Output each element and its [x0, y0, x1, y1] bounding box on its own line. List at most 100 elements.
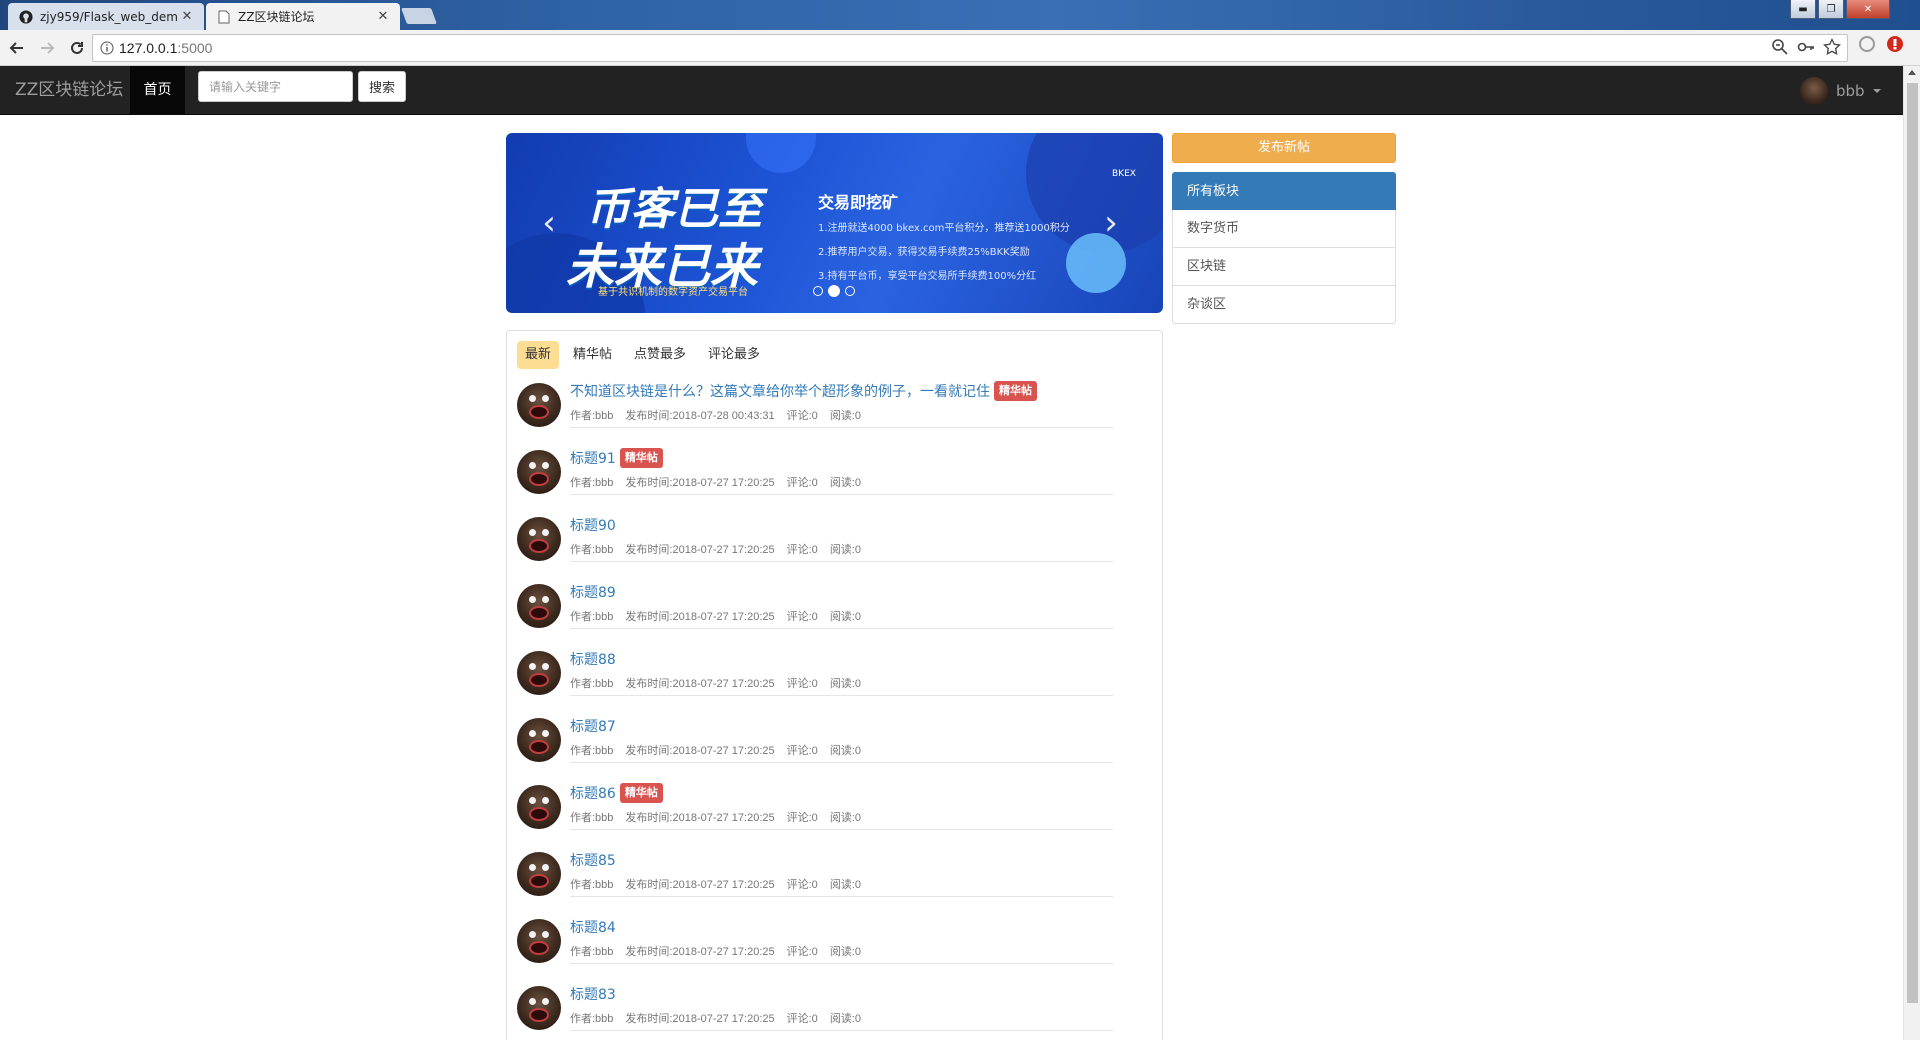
avatar-mouth: [529, 405, 549, 419]
post-title-link[interactable]: 不知道区块链是什么？这篇文章给你举个超形象的例子，一看就记住: [570, 381, 990, 401]
avatar[interactable]: [517, 450, 561, 494]
avatar[interactable]: [517, 651, 561, 695]
post-title-link[interactable]: 标题90: [570, 515, 616, 535]
banner-carousel[interactable]: 币客已至 未来已来 基于共识机制的数字资产交易平台 交易即挖矿 1.注册就送40…: [506, 133, 1163, 313]
restore-button[interactable]: ❐: [1818, 0, 1844, 19]
avatar-mouth: [529, 874, 549, 888]
site-brand[interactable]: ZZ区块链论坛: [15, 66, 123, 115]
avatar[interactable]: [517, 718, 561, 762]
close-icon[interactable]: ✕: [376, 9, 390, 24]
close-window-button[interactable]: ✕: [1846, 0, 1890, 19]
page-scrollbar[interactable]: [1903, 66, 1920, 1040]
user-menu[interactable]: bbb: [1800, 76, 1881, 106]
new-tab-button[interactable]: [401, 8, 437, 24]
list-item[interactable]: 标题87 作者:bbb 发布时间:2018-07-27 17:20:25 评论:0 阅读…: [517, 716, 1117, 770]
list-item[interactable]: 标题83 作者:bbb 发布时间:2018-07-27 17:20:25 评论:0 阅读…: [517, 984, 1117, 1038]
post-title-row: 标题89: [570, 582, 616, 602]
star-icon[interactable]: [1823, 37, 1841, 60]
post-reads: 阅读:0: [829, 745, 861, 757]
carousel-dot[interactable]: [845, 286, 855, 296]
post-comments: 评论:0: [786, 879, 818, 891]
board-item-chat[interactable]: 杂谈区: [1172, 286, 1396, 324]
info-icon[interactable]: [95, 41, 119, 55]
avatar-eye: [542, 797, 549, 804]
post-title-link[interactable]: 标题84: [570, 917, 616, 937]
post-author: 作者:bbb: [570, 812, 614, 824]
back-icon[interactable]: [4, 35, 30, 61]
board-item-all[interactable]: 所有板块: [1172, 172, 1396, 210]
carousel-prev-icon[interactable]: ‹: [534, 203, 564, 243]
browser-tab-forum[interactable]: ZZ区块链论坛 ✕: [206, 3, 400, 30]
site-navbar: ZZ区块链论坛 首页 搜索 bbb: [0, 66, 1903, 115]
avatar-mouth: [529, 606, 549, 620]
post-title-link[interactable]: 标题89: [570, 582, 616, 602]
post-title-link[interactable]: 标题91: [570, 448, 616, 468]
extension-icon[interactable]: [1858, 35, 1876, 57]
avatar[interactable]: [517, 517, 561, 561]
key-icon[interactable]: [1797, 38, 1815, 60]
nav-home-link[interactable]: 首页: [130, 66, 185, 115]
carousel-dot[interactable]: [813, 286, 823, 296]
avatar-eye: [542, 864, 549, 871]
post-comments: 评论:0: [786, 946, 818, 958]
tab-most-liked[interactable]: 点赞最多: [626, 341, 694, 369]
post-author: 作者:bbb: [570, 1013, 614, 1025]
post-title-row: 标题83: [570, 984, 616, 1004]
tab-most-commented[interactable]: 评论最多: [700, 341, 768, 369]
post-title-link[interactable]: 标题86: [570, 783, 616, 803]
avatar[interactable]: [517, 919, 561, 963]
post-title-link[interactable]: 标题83: [570, 984, 616, 1004]
tab-latest[interactable]: 最新: [517, 341, 560, 369]
post-title-link[interactable]: 标题87: [570, 716, 616, 736]
list-item[interactable]: 标题91 精华帖 作者:bbb 发布时间:2018-07-27 17:20:25 评论:…: [517, 448, 1117, 502]
scrollbar-thumb[interactable]: [1907, 83, 1918, 1003]
tab-featured[interactable]: 精华帖: [565, 341, 620, 369]
list-item[interactable]: 标题85 作者:bbb 发布时间:2018-07-27 17:20:25 评论:0 阅读…: [517, 850, 1117, 904]
post-title-link[interactable]: 标题88: [570, 649, 616, 669]
carousel-next-icon[interactable]: ›: [1096, 203, 1126, 243]
close-icon[interactable]: ✕: [180, 9, 194, 24]
reload-icon[interactable]: [64, 35, 90, 61]
forward-icon[interactable]: [34, 35, 60, 61]
post-comments: 评论:0: [786, 544, 818, 556]
post-meta: 作者:bbb 发布时间:2018-07-27 17:20:25 评论:0 阅读:0: [570, 876, 873, 892]
post-title-row: 标题91 精华帖: [570, 448, 663, 468]
avatar[interactable]: [517, 383, 561, 427]
banner-decoration: [746, 133, 816, 173]
banner-line-1: 1.注册就送4000 bkex.com平台积分，推荐送1000积分: [818, 223, 1070, 234]
divider: [570, 896, 1113, 897]
list-item[interactable]: 标题88 作者:bbb 发布时间:2018-07-27 17:20:25 评论:0 阅读…: [517, 649, 1117, 703]
post-title-link[interactable]: 标题85: [570, 850, 616, 870]
carousel-dot-active[interactable]: [828, 285, 840, 297]
post-time: 发布时间:2018-07-27 17:20:25: [625, 879, 775, 891]
page-icon: [216, 9, 232, 25]
board-list: 所有板块 数字货币 区块链 杂谈区: [1172, 172, 1396, 324]
publish-post-button[interactable]: 发布新帖: [1172, 133, 1396, 163]
scroll-up-icon[interactable]: [1908, 70, 1916, 75]
avatar[interactable]: [517, 785, 561, 829]
avatar[interactable]: [517, 852, 561, 896]
address-bar[interactable]: 127.0.0.1:5000: [92, 34, 1848, 62]
adblock-icon[interactable]: [1886, 35, 1904, 57]
zoom-icon[interactable]: [1771, 38, 1789, 60]
browser-tab-github[interactable]: zjy959/Flask_web_dem ✕: [8, 3, 204, 30]
search-input[interactable]: [198, 71, 353, 102]
avatar-mouth: [529, 472, 549, 486]
list-item[interactable]: 不知道区块链是什么？这篇文章给你举个超形象的例子，一看就记住 精华帖 作者:bbb 发…: [517, 381, 1117, 435]
board-item-digital-currency[interactable]: 数字货币: [1172, 210, 1396, 248]
divider: [570, 762, 1113, 763]
post-time: 发布时间:2018-07-28 00:43:31: [625, 410, 775, 422]
list-item[interactable]: 标题90 作者:bbb 发布时间:2018-07-27 17:20:25 评论:0 阅读…: [517, 515, 1117, 569]
post-reads: 阅读:0: [829, 812, 861, 824]
avatar-mouth: [529, 673, 549, 687]
search-button[interactable]: 搜索: [358, 71, 406, 102]
minimize-button[interactable]: ▬: [1790, 0, 1816, 19]
avatar[interactable]: [517, 584, 561, 628]
list-item[interactable]: 标题86 精华帖 作者:bbb 发布时间:2018-07-27 17:20:25 评论:…: [517, 783, 1117, 837]
avatar-eye: [529, 864, 536, 871]
list-item[interactable]: 标题89 作者:bbb 发布时间:2018-07-27 17:20:25 评论:0 阅读…: [517, 582, 1117, 636]
post-meta: 作者:bbb 发布时间:2018-07-27 17:20:25 评论:0 阅读:0: [570, 809, 873, 825]
list-item[interactable]: 标题84 作者:bbb 发布时间:2018-07-27 17:20:25 评论:0 阅读…: [517, 917, 1117, 971]
avatar[interactable]: [517, 986, 561, 1030]
board-item-blockchain[interactable]: 区块链: [1172, 248, 1396, 286]
